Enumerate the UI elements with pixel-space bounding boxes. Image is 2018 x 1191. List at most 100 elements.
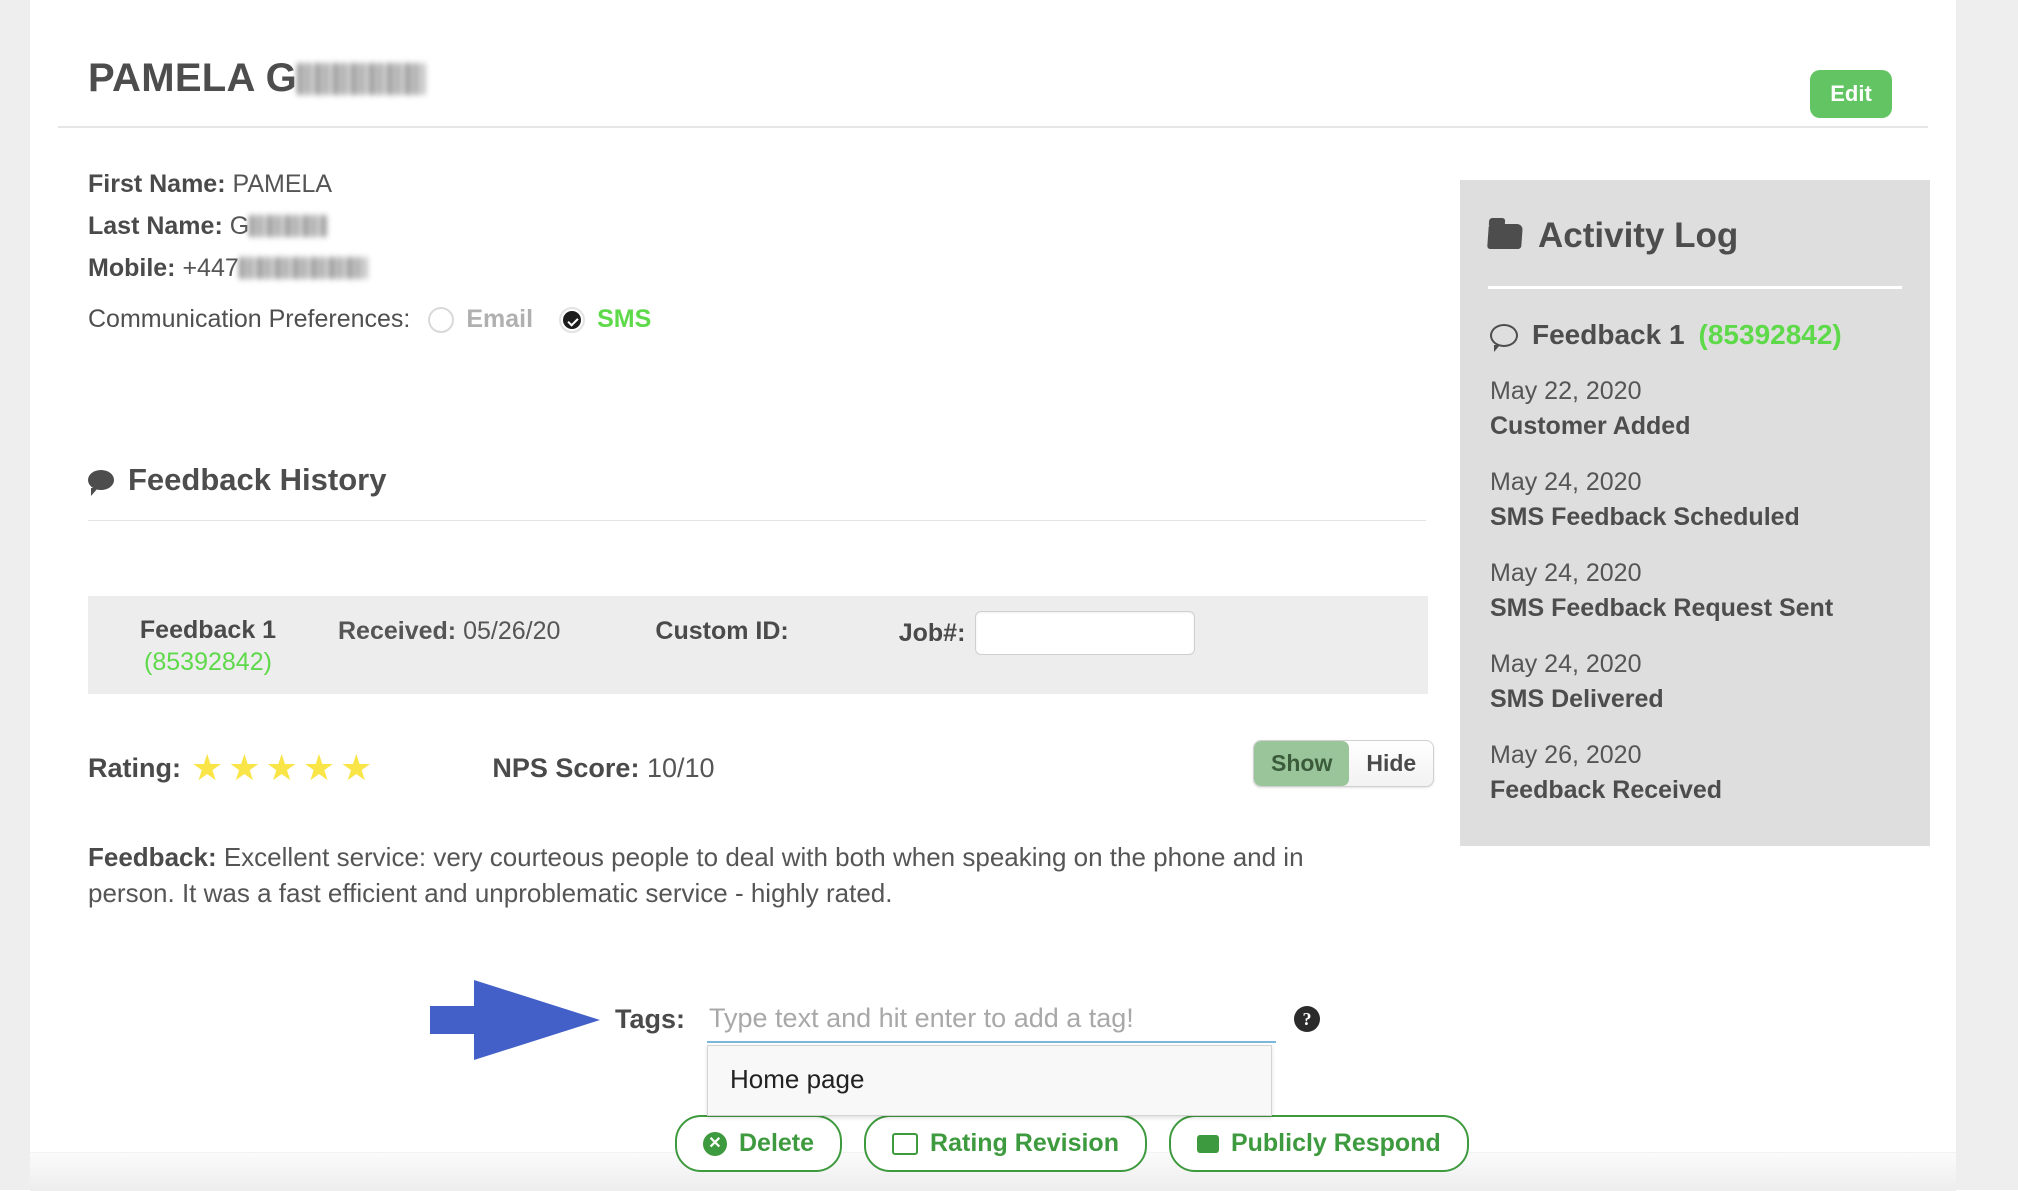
activity-log-panel: Activity Log Feedback 1 (85392842) May 2… [1460,180,1930,846]
toggle-hide-button[interactable]: Hide [1349,741,1433,786]
feedback-number: Feedback 1 [139,616,277,644]
activity-log-entry: May 26, 2020 Feedback Received [1460,715,1930,806]
custom-id-label: Custom ID: [655,617,789,645]
tags-suggestion-dropdown[interactable]: Home page [707,1045,1273,1116]
activity-log-title-text: Activity Log [1538,216,1739,255]
redacted-mobile-value [238,257,367,279]
feedback-text-block: Feedback: Excellent service: very courte… [88,840,1388,912]
feedback-history-title-text: Feedback History [128,462,387,497]
activity-log-entry-event: Customer Added [1490,411,1691,440]
feedback-summary-bar: Feedback 1 (85392842) Received: 05/26/20… [88,596,1428,694]
rating-revision-button[interactable]: Rating Revision [864,1115,1147,1172]
radio-circle-sms-checked-icon[interactable] [559,306,586,333]
activity-log-entry-date: May 24, 2020 [1490,468,1642,496]
activity-log-feedback-label: Feedback 1 [1532,319,1685,350]
page-title-text: PAMELA G [88,56,298,100]
page-header: PAMELA G Edit [58,30,1928,128]
tags-row: Tags: Home page ? [615,995,1321,1116]
star-icon: ★ [265,747,298,788]
publicly-respond-button-label: Publicly Respond [1230,1129,1441,1157]
job-number-input[interactable] [975,611,1196,655]
feedback-number-block: Feedback 1 (85392842) [88,596,328,677]
redacted-last-name [297,63,426,95]
last-name-value: G [229,212,250,240]
main-content: PAMELA G Edit First Name: PAMELA Last Na… [30,0,1956,1172]
publicly-respond-button[interactable]: Publicly Respond [1168,1115,1469,1172]
first-name-label: First Name: [88,170,226,198]
communication-preferences-label: Communication Preferences: [88,305,411,333]
star-icon: ★ [340,747,373,788]
page-root: PAMELA G Edit First Name: PAMELA Last Na… [0,0,2018,1191]
left-edge-strip [0,0,30,1190]
delete-button[interactable]: ✕ Delete [675,1115,843,1172]
activity-log-entry-event: SMS Feedback Request Sent [1490,593,1834,622]
job-number-group: Job#: [899,596,1196,655]
last-name-label: Last Name: [88,212,223,240]
feedback-history-title: Feedback History [88,462,1428,498]
first-name-row: First Name: PAMELA [88,170,1458,199]
right-edge-strip [1956,0,2018,1190]
radio-email-label: Email [466,305,534,333]
feedback-id[interactable]: (85392842) [88,648,328,677]
circle-x-icon: ✕ [703,1131,727,1156]
tags-label: Tags: [615,1003,686,1034]
tags-input-wrapper: Home page [707,995,1277,1116]
feedback-history-header: Feedback History [88,462,1428,521]
nps-label: NPS Score: [492,752,640,783]
folder-open-icon [1487,223,1523,249]
feedback-text-body: Excellent service: very courteous people… [88,842,1304,908]
speech-bubble-icon [88,470,114,496]
received-label: Received: [338,617,457,645]
nps-value: 10/10 [646,752,715,783]
star-icon: ★ [190,747,224,788]
radio-sms-label: SMS [597,305,652,333]
tags-input[interactable] [707,995,1277,1043]
last-name-row: Last Name: G [88,212,1458,241]
mobile-row: Mobile: +447 [88,254,1458,283]
toggle-show-button[interactable]: Show [1254,741,1350,786]
edit-button[interactable]: Edit [1810,70,1892,118]
mobile-value: +447 [182,254,239,282]
activity-log-entry-event: SMS Feedback Scheduled [1490,502,1800,531]
activity-log-entry-date: May 24, 2020 [1490,559,1642,587]
radio-sms[interactable]: SMS [559,305,651,334]
rating-revision-button-label: Rating Revision [930,1129,1119,1157]
activity-log-feedback-id[interactable]: (85392842) [1699,319,1842,351]
rating-stars: ★ ★ ★ ★ ★ [191,750,372,786]
activity-log-feedback-header[interactable]: Feedback 1 (85392842) [1460,289,1930,352]
visibility-toggle[interactable]: Show Hide [1253,740,1435,787]
radio-circle-email-icon[interactable] [428,306,455,333]
speech-bubble-outline-icon [1490,323,1518,352]
job-number-label: Job#: [898,618,966,647]
rating-label: Rating: [88,752,181,783]
received-value: 05/26/20 [463,617,561,645]
first-name-value: PAMELA [232,170,333,198]
activity-log-entry: May 24, 2020 SMS Delivered [1460,624,1930,715]
redacted-last-name-value [249,215,328,237]
activity-log-entry-date: May 22, 2020 [1490,377,1642,405]
feedback-action-buttons: ✕ Delete Rating Revision Publicly Respon… [675,1115,1469,1172]
nps-score: NPS Score: 10/10 [492,753,714,784]
page-title: PAMELA G [88,56,426,101]
activity-log-entry-date: May 26, 2020 [1490,741,1642,769]
activity-log-entry-event: Feedback Received [1490,775,1723,804]
activity-log-title: Activity Log [1460,208,1930,256]
radio-email[interactable]: Email [428,305,533,334]
activity-log-entry-event: SMS Delivered [1490,684,1664,713]
activity-log-entry: May 24, 2020 SMS Feedback Scheduled [1460,442,1930,533]
square-outline-icon [892,1132,919,1155]
activity-log-entry: May 22, 2020 Customer Added [1460,351,1930,442]
help-question-icon[interactable]: ? [1294,1006,1321,1032]
tags-suggestion-option[interactable]: Home page [708,1046,1272,1115]
feedback-text-label: Feedback: [88,842,217,872]
square-filled-icon [1196,1134,1219,1153]
blue-arrow-annotation-icon [430,980,600,1060]
activity-log-entry-date: May 24, 2020 [1490,650,1642,678]
star-icon: ★ [302,747,336,788]
mobile-label: Mobile: [88,254,176,282]
communication-preferences-row: Communication Preferences: Email SMS [88,305,1458,334]
customer-details: First Name: PAMELA Last Name: G Mobile: … [88,170,1458,334]
delete-button-label: Delete [739,1129,815,1157]
feedback-history-divider [88,520,1426,521]
rating-row: Rating: ★ ★ ★ ★ ★ NPS Score: 10/10 Show … [88,740,1435,796]
